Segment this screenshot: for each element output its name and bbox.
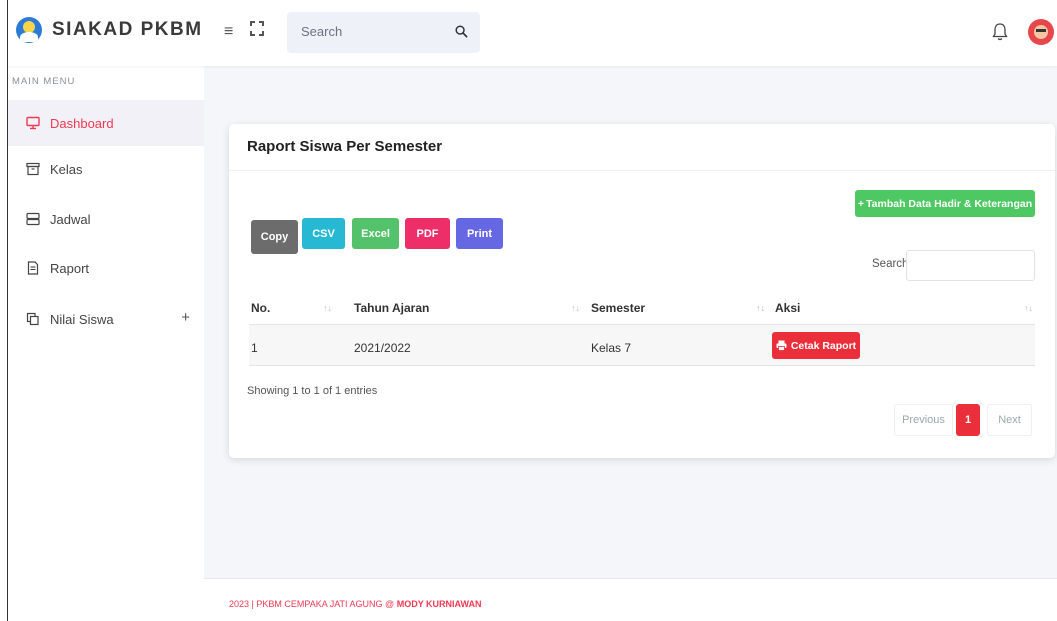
copy-button[interactable]: Copy bbox=[251, 220, 298, 254]
bell-icon[interactable] bbox=[992, 22, 1008, 42]
top-navbar: SIAKAD PKBM ≡ bbox=[0, 0, 1057, 66]
print-button[interactable]: Print bbox=[456, 218, 503, 249]
column-header-tahun-ajaran[interactable]: Tahun Ajaran bbox=[354, 301, 429, 315]
cell-semester: Kelas 7 bbox=[591, 341, 632, 355]
printer-icon bbox=[776, 340, 787, 351]
table-info: Showing 1 to 1 of 1 entries bbox=[247, 385, 378, 397]
plus-icon: + bbox=[857, 197, 865, 210]
fullscreen-icon[interactable] bbox=[250, 21, 264, 36]
sidebar-item-nilai-siswa[interactable]: Nilai Siswa + bbox=[8, 296, 204, 342]
column-header-aksi[interactable]: Aksi bbox=[775, 301, 800, 315]
window-left-edge bbox=[0, 0, 8, 621]
search-icon[interactable] bbox=[455, 25, 468, 38]
card-title: Raport Siswa Per Semester bbox=[247, 138, 443, 155]
print-report-button[interactable]: Cetak Raport bbox=[772, 332, 860, 359]
expand-icon[interactable]: + bbox=[181, 309, 190, 326]
cell-no: 1 bbox=[251, 341, 258, 355]
sidebar-item-dashboard[interactable]: Dashboard bbox=[8, 100, 204, 146]
add-attendance-button[interactable]: + Tambah Data Hadir & Keterangan bbox=[855, 190, 1035, 217]
user-avatar[interactable] bbox=[1028, 19, 1054, 45]
raport-card: Raport Siswa Per Semester + Tambah Data … bbox=[229, 124, 1055, 458]
sidebar: MAIN MENU Dashboard Kelas Jadwal Raport bbox=[8, 66, 204, 621]
footer: 2023 | PKBM CEMPAKA JATI AGUNG @ MODY KU… bbox=[204, 578, 1057, 621]
footer-text: 2023 | PKBM CEMPAKA JATI AGUNG @ MODY KU… bbox=[229, 599, 482, 609]
brand-title: SIAKAD PKBM bbox=[52, 19, 203, 40]
copy-icon bbox=[26, 312, 39, 326]
sort-icon[interactable]: ↑↓ bbox=[571, 303, 580, 313]
menu-title: MAIN MENU bbox=[12, 76, 76, 87]
sidebar-item-kelas[interactable]: Kelas bbox=[8, 146, 204, 192]
monitor-icon bbox=[26, 116, 40, 130]
column-header-semester[interactable]: Semester bbox=[591, 301, 645, 315]
csv-button[interactable]: CSV bbox=[302, 218, 345, 249]
sort-icon[interactable]: ↑↓ bbox=[1024, 303, 1033, 313]
footer-author-link[interactable]: MODY KURNIAWAN bbox=[397, 599, 482, 609]
sidebar-item-label: Jadwal bbox=[50, 211, 91, 227]
server-icon bbox=[26, 212, 40, 226]
column-header-no[interactable]: No. bbox=[251, 301, 270, 315]
sort-icon[interactable]: ↑↓ bbox=[323, 303, 332, 313]
sidebar-item-label: Nilai Siswa bbox=[50, 311, 114, 327]
menu-toggle-icon[interactable]: ≡ bbox=[224, 23, 233, 41]
sidebar-item-jadwal[interactable]: Jadwal bbox=[8, 196, 204, 242]
pagination-next[interactable]: Next bbox=[987, 404, 1032, 436]
sidebar-item-raport[interactable]: Raport bbox=[8, 245, 204, 291]
sidebar-item-label: Raport bbox=[50, 260, 90, 276]
search-bar bbox=[287, 12, 480, 53]
pagination-previous[interactable]: Previous bbox=[894, 404, 953, 436]
sidebar-item-label: Kelas bbox=[50, 161, 83, 177]
search-input[interactable] bbox=[301, 24, 441, 39]
table-search-input[interactable] bbox=[906, 250, 1035, 281]
sort-icon[interactable]: ↑↓ bbox=[756, 303, 765, 313]
cell-tahun-ajaran: 2021/2022 bbox=[354, 341, 411, 355]
pagination-page-1[interactable]: 1 bbox=[956, 404, 980, 436]
excel-button[interactable]: Excel bbox=[352, 218, 399, 249]
pdf-button[interactable]: PDF bbox=[405, 218, 450, 249]
archive-icon bbox=[26, 162, 40, 176]
document-icon bbox=[27, 261, 39, 275]
sidebar-item-label: Dashboard bbox=[50, 115, 114, 131]
brand[interactable]: SIAKAD PKBM bbox=[16, 17, 203, 43]
card-divider bbox=[229, 170, 1055, 171]
brand-logo bbox=[16, 17, 42, 43]
